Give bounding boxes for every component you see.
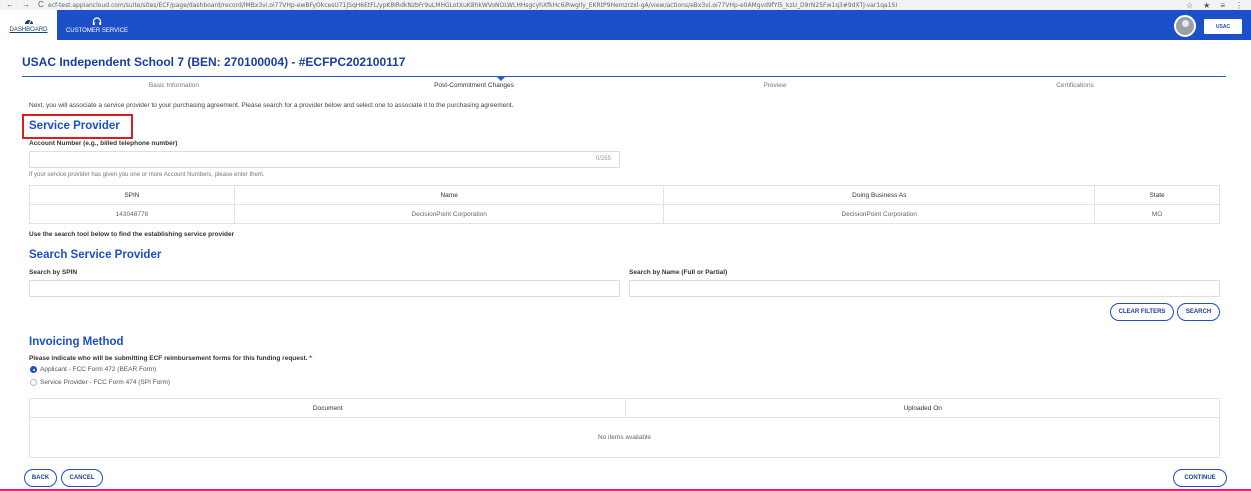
account-number-label: Account Number (e.g., billed telephone n… <box>29 140 178 147</box>
cell-spin: 143048778 <box>29 204 235 224</box>
search-by-spin-label: Search by SPIN <box>29 269 78 276</box>
clear-filters-button[interactable]: CLEAR FILTERS <box>1110 303 1174 321</box>
cancel-button[interactable]: CANCEL <box>61 469 103 487</box>
search-button[interactable]: SEARCH <box>1177 303 1220 321</box>
empty-state-text: No items available <box>29 417 1220 458</box>
radio-applicant-option[interactable]: Applicant - FCC Form 472 (BEAR Form) <box>30 366 156 373</box>
radio-selected-icon[interactable] <box>30 366 37 373</box>
tab-dashboard[interactable]: DASHBOARD <box>0 10 57 40</box>
account-number-counter: 0/255 <box>596 156 612 162</box>
address-bar[interactable]: ecf-test.appiancloud.com/suite/sites/ECF… <box>48 2 1186 9</box>
search-by-name-input[interactable] <box>629 280 1220 297</box>
continue-button[interactable]: CONTINUE <box>1173 469 1227 487</box>
invoicing-question-text: Please indicate who will be submitting E… <box>29 355 308 362</box>
radio-service-provider-label: Service Provider - FCC Form 474 (SPI For… <box>40 379 171 386</box>
invoicing-method-title: Invoicing Method <box>29 336 124 348</box>
step-preview[interactable]: Preview <box>763 82 786 89</box>
table-header-row: Document Uploaded On <box>28 398 1220 418</box>
back-button[interactable]: BACK <box>24 469 57 487</box>
service-provider-title: Service Provider <box>29 120 120 132</box>
dashboard-icon <box>24 20 33 25</box>
step-post-commitment-changes[interactable]: Post-Commitment Changes <box>434 82 514 89</box>
tab-customer-service-label: CUSTOMER SERVICE <box>65 27 129 34</box>
table-header-row: SPIN Name Doing Business As State <box>29 185 1220 205</box>
documents-table: Document Uploaded On No items available <box>28 398 1220 458</box>
cell-dba: DecisionPoint Corporation <box>663 204 1096 224</box>
tab-customer-service[interactable]: CUSTOMER SERVICE <box>60 10 134 40</box>
current-step-marker-icon <box>496 76 506 81</box>
profile-icon[interactable]: ≡ <box>1220 1 1225 10</box>
cell-state: MO <box>1094 204 1220 224</box>
back-arrow-icon[interactable]: ← <box>6 0 14 10</box>
step-basic-information[interactable]: Basic Information <box>149 82 199 89</box>
column-header-document: Document <box>28 398 627 418</box>
search-by-name-label: Search by Name (Full or Partial) <box>629 269 728 276</box>
account-number-input[interactable] <box>29 151 620 168</box>
reload-icon[interactable]: C <box>38 0 44 10</box>
empty-row: No items available <box>29 417 1220 458</box>
selected-provider-table: SPIN Name Doing Business As State 143048… <box>29 185 1220 224</box>
column-header-state: State <box>1094 185 1220 205</box>
browser-actions: ☆ ★ ≡ ⋮ <box>1186 1 1251 10</box>
headset-icon <box>92 16 102 25</box>
bookmark-star-icon[interactable]: ☆ <box>1186 1 1193 10</box>
radio-unselected-icon[interactable] <box>30 379 37 386</box>
table-row[interactable]: 143048778 DecisionPoint Corporation Deci… <box>29 204 1220 224</box>
usac-logo: USAC <box>1204 19 1242 34</box>
search-service-provider-title: Search Service Provider <box>29 249 162 261</box>
forward-arrow-icon[interactable]: → <box>22 0 30 10</box>
search-by-spin-input[interactable] <box>29 280 620 297</box>
search-tool-instruction: Use the search tool below to find the es… <box>29 231 235 238</box>
column-header-name: Name <box>233 185 665 205</box>
account-number-hint: If your service provider has given you o… <box>29 172 265 178</box>
radio-service-provider-option[interactable]: Service Provider - FCC Form 474 (SPI For… <box>30 379 170 386</box>
tab-dashboard-label: DASHBOARD <box>9 27 48 33</box>
browser-toolbar: ← → C ecf-test.appiancloud.com/suite/sit… <box>0 0 1251 10</box>
browser-nav: ← → C <box>0 0 48 10</box>
step-certifications[interactable]: Certifications <box>1056 82 1094 89</box>
column-header-dba: Doing Business As <box>663 185 1096 205</box>
browser-menu-icon[interactable]: ⋮ <box>1235 1 1243 10</box>
page-title: USAC Independent School 7 (BEN: 27010000… <box>22 55 406 69</box>
progress-steps: Basic Information Post-Commitment Change… <box>22 76 1226 90</box>
extensions-icon[interactable]: ★ <box>1203 1 1210 10</box>
invoicing-question: Please indicate who will be submitting E… <box>29 355 312 362</box>
intro-text: Next, you will associate a service provi… <box>29 102 514 109</box>
cell-name: DecisionPoint Corporation <box>233 204 665 224</box>
user-avatar[interactable] <box>1174 15 1196 37</box>
column-header-uploaded-on: Uploaded On <box>625 398 1220 418</box>
required-marker: * <box>309 355 312 362</box>
radio-applicant-label: Applicant - FCC Form 472 (BEAR Form) <box>40 366 157 373</box>
app-header: DASHBOARD CUSTOMER SERVICE USAC <box>0 10 1251 40</box>
column-header-spin: SPIN <box>29 185 235 205</box>
